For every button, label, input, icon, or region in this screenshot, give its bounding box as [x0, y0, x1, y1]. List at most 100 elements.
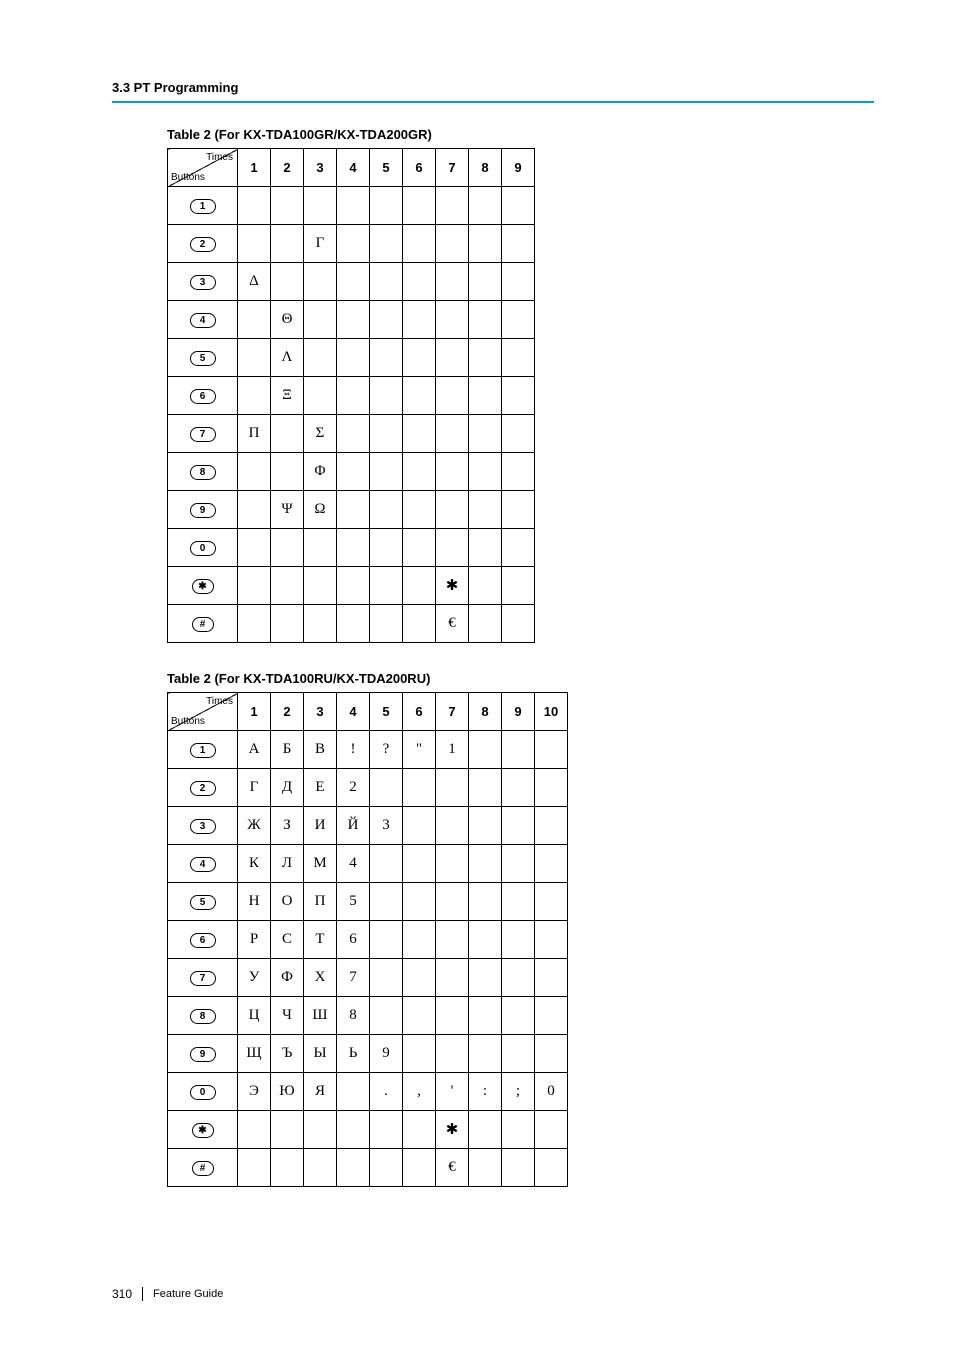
col-header: 3	[304, 693, 337, 731]
table-row: #€	[168, 1149, 568, 1187]
data-cell	[502, 491, 535, 529]
data-cell	[502, 769, 535, 807]
table-row: 5Λ	[168, 339, 535, 377]
data-cell	[304, 263, 337, 301]
table-row: 2ГДЕ2	[168, 769, 568, 807]
data-cell: Н	[238, 883, 271, 921]
data-cell	[403, 883, 436, 921]
data-cell	[271, 225, 304, 263]
button-cell: 9	[168, 1035, 238, 1073]
section-rule	[112, 101, 874, 103]
data-cell	[370, 225, 403, 263]
data-cell: Ц	[238, 997, 271, 1035]
data-cell	[403, 1149, 436, 1187]
data-cell	[469, 453, 502, 491]
data-cell	[337, 1149, 370, 1187]
keycap: 1	[190, 199, 216, 214]
data-cell: Σ	[304, 415, 337, 453]
data-cell	[337, 263, 370, 301]
data-cell: Ч	[271, 997, 304, 1035]
table-row: 0	[168, 529, 535, 567]
col-header: 9	[502, 693, 535, 731]
data-cell	[469, 263, 502, 301]
keycap: 1	[190, 743, 216, 758]
data-cell: Ψ	[271, 491, 304, 529]
data-cell: :	[469, 1073, 502, 1111]
data-cell	[469, 529, 502, 567]
button-cell: 2	[168, 769, 238, 807]
data-cell	[370, 529, 403, 567]
button-cell: 7	[168, 415, 238, 453]
button-cell: 9	[168, 491, 238, 529]
data-cell	[403, 769, 436, 807]
data-cell	[436, 187, 469, 225]
data-cell	[502, 959, 535, 997]
footer-divider	[142, 1287, 143, 1301]
data-cell	[436, 529, 469, 567]
table-row: ✱✱	[168, 1111, 568, 1149]
data-cell: ✱	[436, 567, 469, 605]
data-cell	[535, 883, 568, 921]
table-row: 2Γ	[168, 225, 535, 263]
data-cell	[304, 1149, 337, 1187]
col-header: 1	[238, 149, 271, 187]
data-cell	[370, 377, 403, 415]
data-cell	[271, 529, 304, 567]
data-cell	[535, 731, 568, 769]
data-cell: З	[271, 807, 304, 845]
data-cell	[403, 225, 436, 263]
data-cell	[238, 1111, 271, 1149]
data-cell	[304, 605, 337, 643]
keycap: #	[192, 617, 214, 632]
data-cell	[337, 453, 370, 491]
data-cell	[502, 453, 535, 491]
table-row: #€	[168, 605, 535, 643]
data-cell: 7	[337, 959, 370, 997]
data-cell	[469, 997, 502, 1035]
keycap: 8	[190, 465, 216, 480]
data-cell	[337, 187, 370, 225]
data-cell	[436, 1035, 469, 1073]
data-cell	[271, 1149, 304, 1187]
data-cell	[502, 263, 535, 301]
button-cell: 5	[168, 883, 238, 921]
data-cell: В	[304, 731, 337, 769]
data-cell	[238, 339, 271, 377]
data-cell	[502, 377, 535, 415]
data-cell	[403, 339, 436, 377]
data-cell: Е	[304, 769, 337, 807]
data-cell	[238, 453, 271, 491]
data-cell	[436, 453, 469, 491]
data-cell	[502, 921, 535, 959]
data-cell	[304, 529, 337, 567]
table-row: 6Ξ	[168, 377, 535, 415]
data-cell	[436, 769, 469, 807]
data-cell	[469, 187, 502, 225]
button-cell: 4	[168, 301, 238, 339]
data-cell: '	[436, 1073, 469, 1111]
data-cell: А	[238, 731, 271, 769]
keycap: 5	[190, 895, 216, 910]
data-cell	[304, 1111, 337, 1149]
data-cell: Ж	[238, 807, 271, 845]
data-cell	[436, 301, 469, 339]
data-cell	[469, 883, 502, 921]
data-cell	[238, 301, 271, 339]
data-cell	[436, 997, 469, 1035]
data-cell	[403, 1111, 436, 1149]
page-number: 310	[112, 1287, 132, 1301]
button-cell: 3	[168, 807, 238, 845]
data-cell: Б	[271, 731, 304, 769]
table-row: 6РСТ6	[168, 921, 568, 959]
data-cell	[535, 807, 568, 845]
data-cell	[469, 731, 502, 769]
data-cell: Щ	[238, 1035, 271, 1073]
keycap: 7	[190, 427, 216, 442]
col-header: 8	[469, 149, 502, 187]
data-cell	[436, 921, 469, 959]
table-row: 7ΠΣ	[168, 415, 535, 453]
data-cell: ✱	[436, 1111, 469, 1149]
data-cell: Ξ	[271, 377, 304, 415]
keycap: 0	[190, 541, 216, 556]
data-cell: 8	[337, 997, 370, 1035]
